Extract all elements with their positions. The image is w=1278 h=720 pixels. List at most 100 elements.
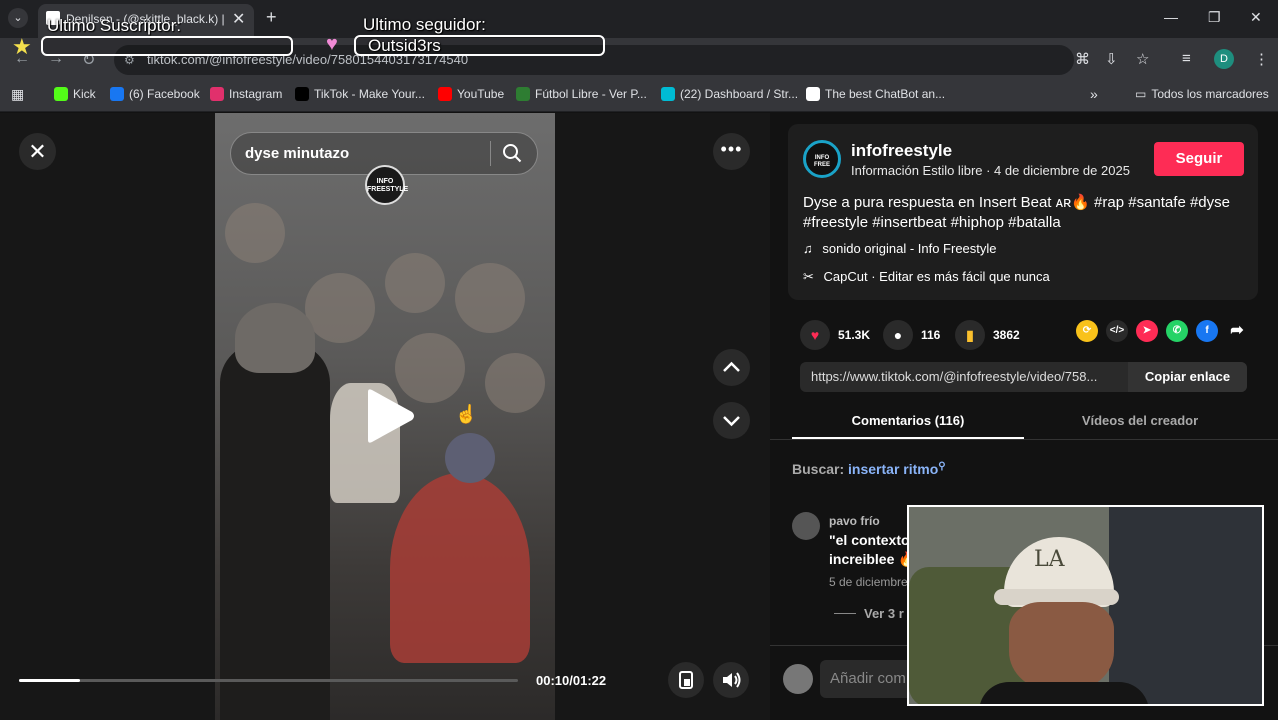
comment-line-1: "el contexto xyxy=(829,532,909,548)
facebook-icon xyxy=(110,87,124,101)
bookmark-futbol[interactable]: Fútbol Libre - Ver P... xyxy=(516,87,647,101)
save-count: 3862 xyxy=(993,328,1020,342)
like-stat[interactable]: ♥ 51.3K xyxy=(800,320,870,350)
tab-close-icon[interactable]: ✕ xyxy=(232,9,245,29)
comment-stat[interactable]: ● 116 xyxy=(883,320,940,350)
bookmark-label: TikTok - Make Your... xyxy=(314,87,425,101)
link-text[interactable]: https://www.tiktok.com/@infofreestyle/vi… xyxy=(811,369,1097,384)
bookmark-tiktok[interactable]: TikTok - Make Your... xyxy=(295,87,425,101)
star-icon: ★ xyxy=(12,34,32,59)
bookmark-kick[interactable]: Kick xyxy=(54,87,96,101)
youtube-icon xyxy=(438,87,452,101)
last-follower-label: Ultimo seguidor: xyxy=(363,15,486,34)
send-icon[interactable]: ➤ xyxy=(1136,320,1158,342)
tab-comments[interactable]: Comentarios (116) xyxy=(792,413,1024,428)
instagram-icon xyxy=(210,87,224,101)
apps-grid-icon[interactable]: ▦ xyxy=(11,86,24,103)
more-options-button[interactable]: ••• xyxy=(713,133,750,170)
play-icon[interactable] xyxy=(362,388,418,444)
capcut-icon: ✂ xyxy=(803,269,814,284)
minimize-icon[interactable]: — xyxy=(1164,9,1178,25)
author-name[interactable]: infofreestyle xyxy=(851,141,952,161)
media-control-icon[interactable]: ≡ xyxy=(1182,50,1191,67)
bookmark-chatbot[interactable]: The best ChatBot an... xyxy=(806,87,945,101)
comment-text: "el contexto increiblee 🔥 xyxy=(829,531,909,569)
chatbot-icon xyxy=(806,87,820,101)
search-suggestion-term[interactable]: insertar ritmo xyxy=(848,461,938,477)
tiktok-icon xyxy=(295,87,309,101)
author-avatar[interactable]: INFO FREE xyxy=(803,140,841,178)
save-stat[interactable]: ▮ 3862 xyxy=(955,320,1020,350)
search-icon[interactable] xyxy=(502,143,522,163)
replies-line xyxy=(834,613,856,614)
embed-icon[interactable]: </> xyxy=(1106,320,1128,342)
search-small-icon: ⚲ xyxy=(938,461,946,472)
last-follower-box: Outsid3rs xyxy=(354,35,605,56)
post-description: Dyse a pura respuesta en Insert Beat ᴀʀ🔥… xyxy=(803,194,1230,231)
la-cap-logo: LA xyxy=(1034,547,1065,572)
music-label: sonido original - Info Freestyle xyxy=(822,241,997,256)
music-note-icon: ♫ xyxy=(803,241,813,256)
menu-icon[interactable]: ⋮ xyxy=(1254,50,1269,68)
close-window-icon[interactable]: ✕ xyxy=(1250,9,1262,26)
tab-search-button[interactable]: ⌄ xyxy=(8,8,28,28)
search-suggestion[interactable]: Buscar: insertar ritmo⚲ xyxy=(792,461,946,477)
commenter-name[interactable]: pavo frío xyxy=(829,514,880,528)
picture-in-picture-button[interactable] xyxy=(668,662,704,698)
restore-icon[interactable]: ❐ xyxy=(1208,9,1221,26)
folder-icon: ▭ xyxy=(1135,87,1147,101)
bookmark-facebook[interactable]: (6) Facebook xyxy=(110,87,200,101)
install-app-icon[interactable]: ⇩ xyxy=(1105,50,1118,68)
chevron-up-icon xyxy=(723,361,740,372)
bookmark-star-icon[interactable]: ☆ xyxy=(1136,50,1149,68)
like-count: 51.3K xyxy=(838,328,871,342)
capcut-link[interactable]: ✂ CapCut · Editar es más fácil que nunca xyxy=(803,269,1050,285)
next-video-button[interactable] xyxy=(713,402,750,439)
bookmark-dashboard[interactable]: (22) Dashboard / Str... xyxy=(661,87,798,101)
progress-bar[interactable] xyxy=(19,679,518,682)
last-subscriber-label: Ultimo Suscriptor: xyxy=(47,16,182,35)
search-suggestion-prefix: Buscar: xyxy=(792,461,845,477)
close-video-button[interactable]: ✕ xyxy=(19,133,56,170)
facebook-share-icon[interactable]: f xyxy=(1196,320,1218,342)
follow-button[interactable]: Seguir xyxy=(1154,142,1244,176)
progress-fill xyxy=(19,679,80,682)
tabs-divider xyxy=(770,439,1278,440)
volume-button[interactable] xyxy=(713,662,749,698)
dashboard-icon xyxy=(661,87,675,101)
bookmark-label: YouTube xyxy=(457,87,505,101)
more-bookmarks-icon[interactable]: » xyxy=(1090,86,1098,102)
commenter-avatar[interactable] xyxy=(792,512,820,540)
share-arrow-icon[interactable]: ➦ xyxy=(1226,320,1248,342)
comment-bubble-icon[interactable]: ● xyxy=(883,320,913,350)
translate-icon[interactable]: ⌘ xyxy=(1075,50,1090,68)
profile-avatar[interactable]: D xyxy=(1214,49,1234,69)
bookmark-instagram[interactable]: Instagram xyxy=(210,87,282,101)
comment-line-2: increiblee 🔥 xyxy=(829,551,909,567)
bookmark-label: Fútbol Libre - Ver P... xyxy=(535,87,647,101)
all-bookmarks[interactable]: ▭ Todos los marcadores xyxy=(1135,87,1269,101)
tab-creator-videos[interactable]: Vídeos del creador xyxy=(1024,413,1256,428)
search-divider xyxy=(490,141,491,166)
bookmark-label: Kick xyxy=(73,87,96,101)
bookmark-icon[interactable]: ▮ xyxy=(955,320,985,350)
comment-count: 116 xyxy=(921,328,941,342)
new-tab-button[interactable]: + xyxy=(266,7,277,28)
chevron-down-icon xyxy=(723,416,740,427)
volume-icon xyxy=(723,672,741,688)
previous-video-button[interactable] xyxy=(713,349,750,386)
music-link[interactable]: ♫ sonido original - Info Freestyle xyxy=(803,241,997,256)
video-time: 00:10/01:22 xyxy=(536,673,607,688)
repost-icon[interactable]: ⟳ xyxy=(1076,320,1098,342)
bookmark-youtube[interactable]: YouTube xyxy=(438,87,504,101)
whatsapp-icon[interactable]: ✆ xyxy=(1166,320,1188,342)
bookmark-label: Instagram xyxy=(229,87,283,101)
add-comment-placeholder[interactable]: Añadir com xyxy=(830,670,910,687)
heart-icon[interactable]: ♥ xyxy=(800,320,830,350)
heart-overlay-icon: ♥ xyxy=(326,33,338,55)
pip-icon xyxy=(679,671,693,689)
bookmark-label: The best ChatBot an... xyxy=(825,87,946,101)
view-replies-link[interactable]: Ver 3 r xyxy=(864,606,908,621)
search-query[interactable]: dyse minutazo xyxy=(245,145,349,162)
copy-link-button[interactable]: Copiar enlace xyxy=(1128,362,1247,392)
